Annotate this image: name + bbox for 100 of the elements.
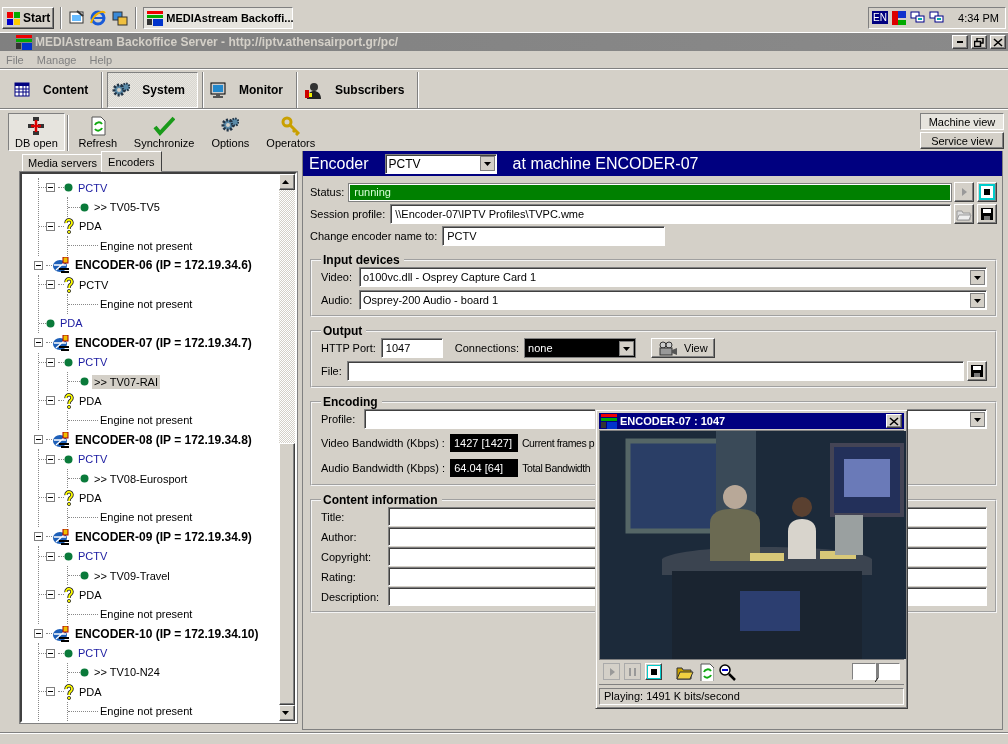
tree-item[interactable]: Engine not present xyxy=(98,704,195,719)
tree-item[interactable]: ENCODER-06 (IP = 172.19.34.6) xyxy=(73,257,254,274)
input-field[interactable] xyxy=(346,361,964,381)
expander-icon[interactable] xyxy=(34,260,43,270)
tree-item[interactable]: ENCODER-10 (IP = 172.19.34.10) xyxy=(73,625,261,642)
close-button[interactable] xyxy=(990,35,1006,49)
windows-flag-icon xyxy=(6,9,21,26)
scrollbar[interactable] xyxy=(279,174,295,721)
field-label: Connections: xyxy=(454,342,520,354)
browser-icon[interactable] xyxy=(89,8,108,27)
tree-item[interactable]: >> TV10-N24 xyxy=(92,665,162,680)
channels-icon[interactable] xyxy=(111,8,130,27)
tree-item[interactable]: Engine not present xyxy=(98,510,195,525)
tree-item[interactable]: Engine not present xyxy=(98,297,195,312)
language-indicator[interactable]: EN xyxy=(872,11,888,24)
view-button[interactable]: View xyxy=(651,338,715,358)
save-icon xyxy=(979,206,995,222)
stop-button[interactable] xyxy=(645,663,662,681)
tree-item[interactable]: >> TV05-TV5 xyxy=(92,200,162,215)
expander-icon[interactable] xyxy=(46,551,55,561)
field-label: Rating: xyxy=(321,570,357,583)
restore-button[interactable] xyxy=(971,35,987,49)
tree-item[interactable]: ENCODER-07 (IP = 172.19.34.7) xyxy=(73,334,254,351)
flag-icon[interactable] xyxy=(890,9,907,26)
section-tab[interactable]: Monitor xyxy=(204,71,297,108)
toolbar-button[interactable]: Operators xyxy=(259,113,323,151)
tree-item[interactable]: PCTV xyxy=(76,180,110,195)
tree-item[interactable]: PDA xyxy=(77,490,104,505)
app-icon xyxy=(601,413,617,429)
tree-item[interactable]: ENCODER-09 (IP = 172.19.34.9) xyxy=(73,528,254,545)
tab[interactable]: Media servers xyxy=(22,154,104,172)
dropdown[interactable]: Osprey-200 Audio - board 1 xyxy=(359,290,987,310)
expander-icon[interactable] xyxy=(34,532,43,542)
encoder-dropdown[interactable]: PCTV xyxy=(384,153,497,174)
dropdown[interactable]: o100vc.dll - Osprey Capture Card 1 xyxy=(359,267,987,287)
tree-item[interactable]: Engine not present xyxy=(98,413,195,428)
expander-icon[interactable] xyxy=(46,687,55,697)
tab[interactable]: Encoders xyxy=(101,151,162,172)
taskbar-button[interactable]: MEDIAstream Backoffi... xyxy=(143,6,294,29)
expander-icon[interactable] xyxy=(46,396,55,406)
window-title: MEDIAstream Backoffice Server - http://iptv.athensairport.gr/pc/ xyxy=(35,35,400,49)
status-dot-icon xyxy=(80,474,89,484)
input-field[interactable]: 1047 xyxy=(380,338,443,358)
zoom-out-icon[interactable] xyxy=(718,662,736,681)
tree-item[interactable]: PCTV xyxy=(76,355,110,370)
section-tab[interactable]: Content xyxy=(8,71,102,108)
toolbar-button[interactable]: Refresh xyxy=(70,113,125,151)
tree-item[interactable]: PDA xyxy=(77,587,104,602)
connections-dropdown[interactable]: none xyxy=(524,338,637,358)
expander-icon[interactable] xyxy=(34,629,43,639)
tree-item[interactable]: PDA xyxy=(77,219,104,234)
tree-item[interactable]: PCTV xyxy=(76,549,110,564)
stop-button[interactable] xyxy=(977,182,997,202)
tree-item[interactable]: Engine not present xyxy=(98,238,195,253)
toolbar-button[interactable]: DB open xyxy=(8,113,65,151)
app-icon xyxy=(147,9,164,26)
field-label: Session profile: xyxy=(310,208,386,220)
slider-thumb[interactable] xyxy=(875,664,882,683)
expander-icon[interactable] xyxy=(46,357,55,367)
tree-item[interactable]: PDA xyxy=(77,684,104,699)
expander-icon[interactable] xyxy=(46,454,55,464)
minimize-button[interactable] xyxy=(952,35,968,49)
network-icon[interactable] xyxy=(909,9,926,26)
expander-icon[interactable] xyxy=(34,338,43,348)
scrollbar-thumb[interactable] xyxy=(279,442,295,705)
tree-item[interactable]: >> TV08-Eurosport xyxy=(92,471,190,486)
tree-item[interactable]: Engine not present xyxy=(98,607,195,622)
save-button[interactable] xyxy=(967,361,987,381)
tree-item[interactable]: >> TV07-RAI xyxy=(92,374,160,389)
section-tab[interactable]: System xyxy=(107,71,199,108)
volume-slider[interactable] xyxy=(852,663,900,681)
toolbar-button[interactable]: Options xyxy=(203,113,258,151)
expander-icon[interactable] xyxy=(46,183,55,193)
expander-icon[interactable] xyxy=(46,648,55,658)
expander-icon[interactable] xyxy=(46,590,55,600)
save-button[interactable] xyxy=(977,204,997,224)
tree-item[interactable]: ENCODER-08 (IP = 172.19.34.8) xyxy=(73,431,254,448)
expander-icon[interactable] xyxy=(46,280,55,290)
minimize-icon xyxy=(957,41,963,43)
tree-item[interactable]: PCTV xyxy=(76,646,110,661)
view-button[interactable]: Service view xyxy=(920,132,1004,149)
open-button[interactable] xyxy=(954,204,974,224)
clock: 4:34 PM xyxy=(958,11,999,24)
close-button[interactable] xyxy=(886,414,902,428)
tree-item[interactable]: PCTV xyxy=(77,277,111,292)
desktop-icon[interactable] xyxy=(68,9,86,26)
expander-icon[interactable] xyxy=(46,493,55,503)
input-field[interactable]: PCTV xyxy=(442,226,666,246)
tree-item[interactable]: >> TV09-Travel xyxy=(92,568,172,583)
section-tab[interactable]: Subscribers xyxy=(298,71,418,108)
input-field[interactable]: \\Encoder-07\IPTV Profiles\TVPC.wme xyxy=(390,204,951,224)
start-button[interactable]: Start xyxy=(2,6,55,29)
tree-item[interactable]: PDA xyxy=(58,316,85,331)
view-button[interactable]: Machine view xyxy=(920,113,1004,130)
network-icon[interactable] xyxy=(928,9,945,26)
tree-item[interactable]: PDA xyxy=(77,394,104,408)
tree-item[interactable]: PCTV xyxy=(76,452,110,467)
expander-icon[interactable] xyxy=(46,221,55,231)
toolbar-button[interactable]: Synchronize xyxy=(126,113,202,151)
expander-icon[interactable] xyxy=(34,435,43,445)
